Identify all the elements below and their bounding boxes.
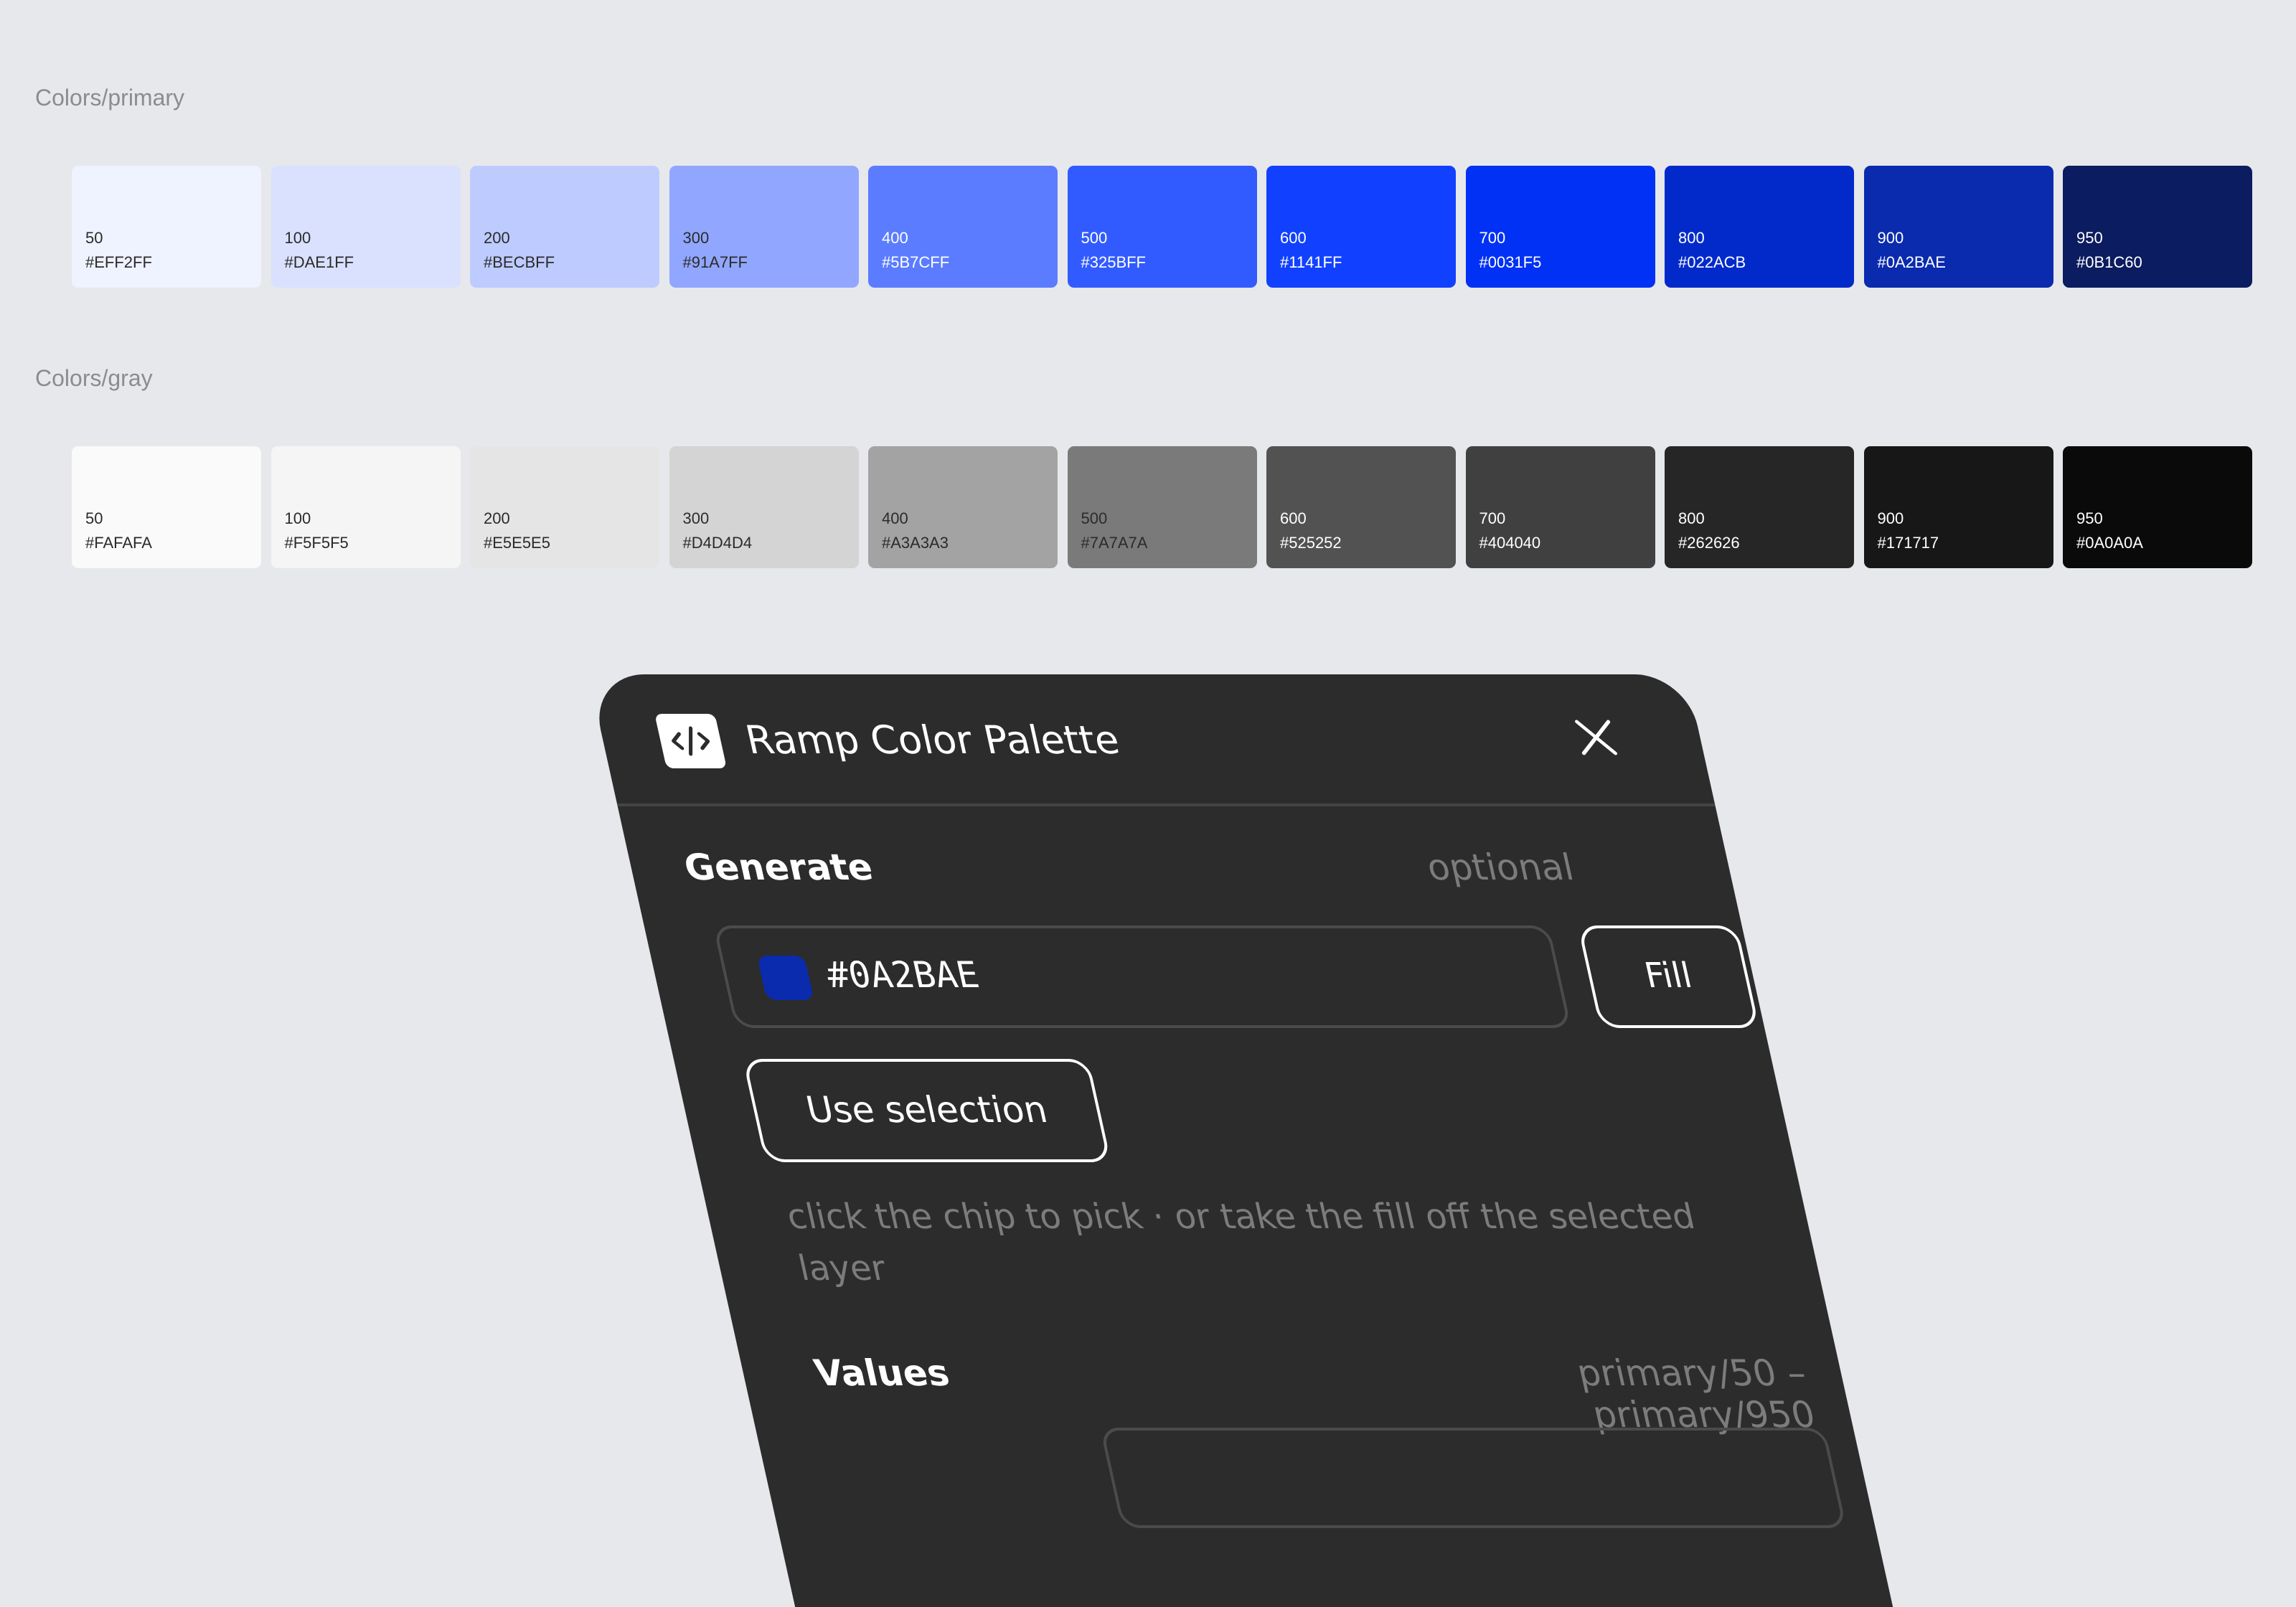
swatch-hex: #404040 xyxy=(1479,534,1541,552)
swatch-hex: #0A0A0A xyxy=(2076,534,2143,552)
swatch-step: 50 xyxy=(85,509,103,527)
use-selection-button[interactable]: Use selection xyxy=(742,1059,1111,1162)
color-chip[interactable] xyxy=(756,956,814,1000)
swatch-hex: #0031F5 xyxy=(1479,253,1542,271)
swatch-hex: #1141FF xyxy=(1280,253,1342,271)
swatch-step: 300 xyxy=(682,509,710,527)
swatch-step: 100 xyxy=(284,229,311,247)
swatch-hex: #0B1C60 xyxy=(2076,253,2142,271)
swatch-primary-300[interactable]: 300 #91A7FF xyxy=(669,166,859,288)
hex-value[interactable]: #0A2BAE xyxy=(822,954,983,996)
use-selection-label: Use selection xyxy=(802,1089,1052,1131)
swatch-primary-500[interactable]: 500 #325BFF xyxy=(1067,166,1257,288)
swatch-hex: #FAFAFA xyxy=(85,534,152,552)
swatch-step: 700 xyxy=(1479,509,1506,527)
swatch-hex: #91A7FF xyxy=(682,253,748,271)
swatch-primary-400[interactable]: 400 #5B7CFF xyxy=(868,166,1058,288)
panel-title: Ramp Color Palette xyxy=(741,717,1124,763)
swatch-step: 300 xyxy=(682,229,710,247)
fill-button[interactable]: Fill xyxy=(1577,925,1760,1028)
plugin-panel: Ramp Color Palette Generate optional #0A… xyxy=(588,674,1893,1607)
swatch-gray-400[interactable]: 400 #A3A3A3 xyxy=(868,446,1058,568)
values-heading: Values xyxy=(810,1352,954,1394)
swatch-primary-700[interactable]: 700 #0031F5 xyxy=(1465,166,1655,288)
values-range: primary/50 – primary/950 xyxy=(1573,1352,1820,1436)
swatch-hex: #EFF2FF xyxy=(85,253,152,271)
swatch-hex: #262626 xyxy=(1678,534,1740,552)
label-gray: Colors/gray xyxy=(35,365,153,391)
swatch-primary-600[interactable]: 600 #1141FF xyxy=(1266,166,1456,288)
swatch-primary-900[interactable]: 900 #0A2BAE xyxy=(1863,166,2053,288)
hex-input[interactable]: #0A2BAE xyxy=(712,925,1572,1028)
swatch-hex: #325BFF xyxy=(1081,253,1147,271)
swatch-hex: #F5F5F5 xyxy=(284,534,349,552)
swatch-gray-950[interactable]: 950 #0A0A0A xyxy=(2063,446,2252,568)
swatch-step: 700 xyxy=(1479,229,1506,247)
swatch-gray-700[interactable]: 700 #404040 xyxy=(1465,446,1655,568)
panel-header: Ramp Color Palette xyxy=(588,674,1716,806)
swatch-hex: #7A7A7A xyxy=(1081,534,1148,552)
generate-heading: Generate xyxy=(680,847,877,888)
swatch-primary-100[interactable]: 100 #DAE1FF xyxy=(270,166,461,288)
label-primary: Colors/primary xyxy=(35,85,185,110)
swatch-step: 400 xyxy=(882,509,908,527)
swatch-gray-100[interactable]: 100 #F5F5F5 xyxy=(270,446,461,568)
help-text: click the chip to pick · or take the fil… xyxy=(783,1197,1699,1288)
swatch-primary-950[interactable]: 950 #0B1C60 xyxy=(2063,166,2252,288)
swatch-step: 800 xyxy=(1678,509,1705,527)
swatch-hex: #BECBFF xyxy=(484,253,555,271)
swatch-step: 900 xyxy=(1877,229,1904,247)
optional-label: optional xyxy=(1423,847,1578,888)
swatch-step: 500 xyxy=(1081,229,1108,247)
swatch-hex: #525252 xyxy=(1280,534,1342,552)
swatch-step: 200 xyxy=(484,509,510,527)
swatch-step: 400 xyxy=(882,229,908,247)
swatch-hex: #5B7CFF xyxy=(882,253,950,271)
swatch-step: 100 xyxy=(284,509,311,527)
swatch-gray-800[interactable]: 800 #262626 xyxy=(1665,446,1854,568)
swatch-step: 50 xyxy=(85,229,103,247)
swatch-primary-200[interactable]: 200 #BECBFF xyxy=(470,166,659,288)
swatch-gray-500[interactable]: 500 #7A7A7A xyxy=(1067,446,1257,568)
swatch-gray-900[interactable]: 900 #171717 xyxy=(1863,446,2053,568)
swatch-hex: #DAE1FF xyxy=(284,253,354,271)
swatch-hex: #022ACB xyxy=(1678,253,1746,271)
swatch-step: 500 xyxy=(1081,509,1108,527)
swatch-step: 950 xyxy=(2076,509,2103,527)
swatch-step: 200 xyxy=(484,229,510,247)
swatch-hex: #171717 xyxy=(1877,534,1939,552)
fill-button-label: Fill xyxy=(1640,956,1696,996)
code-icon xyxy=(654,714,728,768)
swatch-hex: #0A2BAE xyxy=(1877,253,1946,271)
swatch-step: 900 xyxy=(1877,509,1904,527)
swatch-gray-50[interactable]: 50 #FAFAFA xyxy=(72,446,261,568)
swatch-hex: #D4D4D4 xyxy=(682,534,753,552)
swatch-step: 950 xyxy=(2076,229,2103,247)
swatch-step: 600 xyxy=(1280,509,1307,527)
swatch-step: 800 xyxy=(1678,229,1705,247)
swatch-gray-600[interactable]: 600 #525252 xyxy=(1266,446,1456,568)
swatch-step: 600 xyxy=(1280,229,1307,247)
swatch-hex: #E5E5E5 xyxy=(484,534,550,552)
close-icon[interactable] xyxy=(1561,709,1632,766)
swatch-primary-50[interactable]: 50 #EFF2FF xyxy=(72,166,261,288)
swatch-hex: #A3A3A3 xyxy=(882,534,949,552)
swatch-gray-300[interactable]: 300 #D4D4D4 xyxy=(669,446,859,568)
values-field[interactable] xyxy=(1099,1428,1847,1528)
swatch-primary-800[interactable]: 800 #022ACB xyxy=(1665,166,1854,288)
swatch-gray-200[interactable]: 200 #E5E5E5 xyxy=(470,446,659,568)
